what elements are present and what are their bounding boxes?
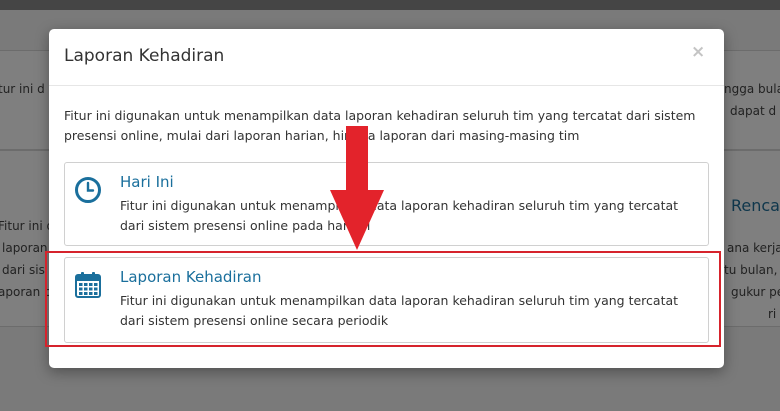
modal-description: Fitur ini digunakan untuk menampilkan da… — [64, 108, 696, 143]
close-icon[interactable]: × — [691, 42, 705, 62]
clock-icon — [75, 177, 101, 203]
modal-title: Laporan Kehadiran — [64, 46, 225, 66]
arrow-down-icon — [330, 126, 384, 250]
highlight-box — [45, 251, 721, 347]
modal-header: Laporan Kehadiran × — [49, 29, 724, 86]
option-hari-ini[interactable]: Hari Ini Fitur ini digunakan untuk menam… — [64, 162, 709, 246]
option-title: Hari Ini — [120, 173, 174, 191]
option-description: Fitur ini digunakan untuk menampilkan da… — [120, 198, 679, 233]
